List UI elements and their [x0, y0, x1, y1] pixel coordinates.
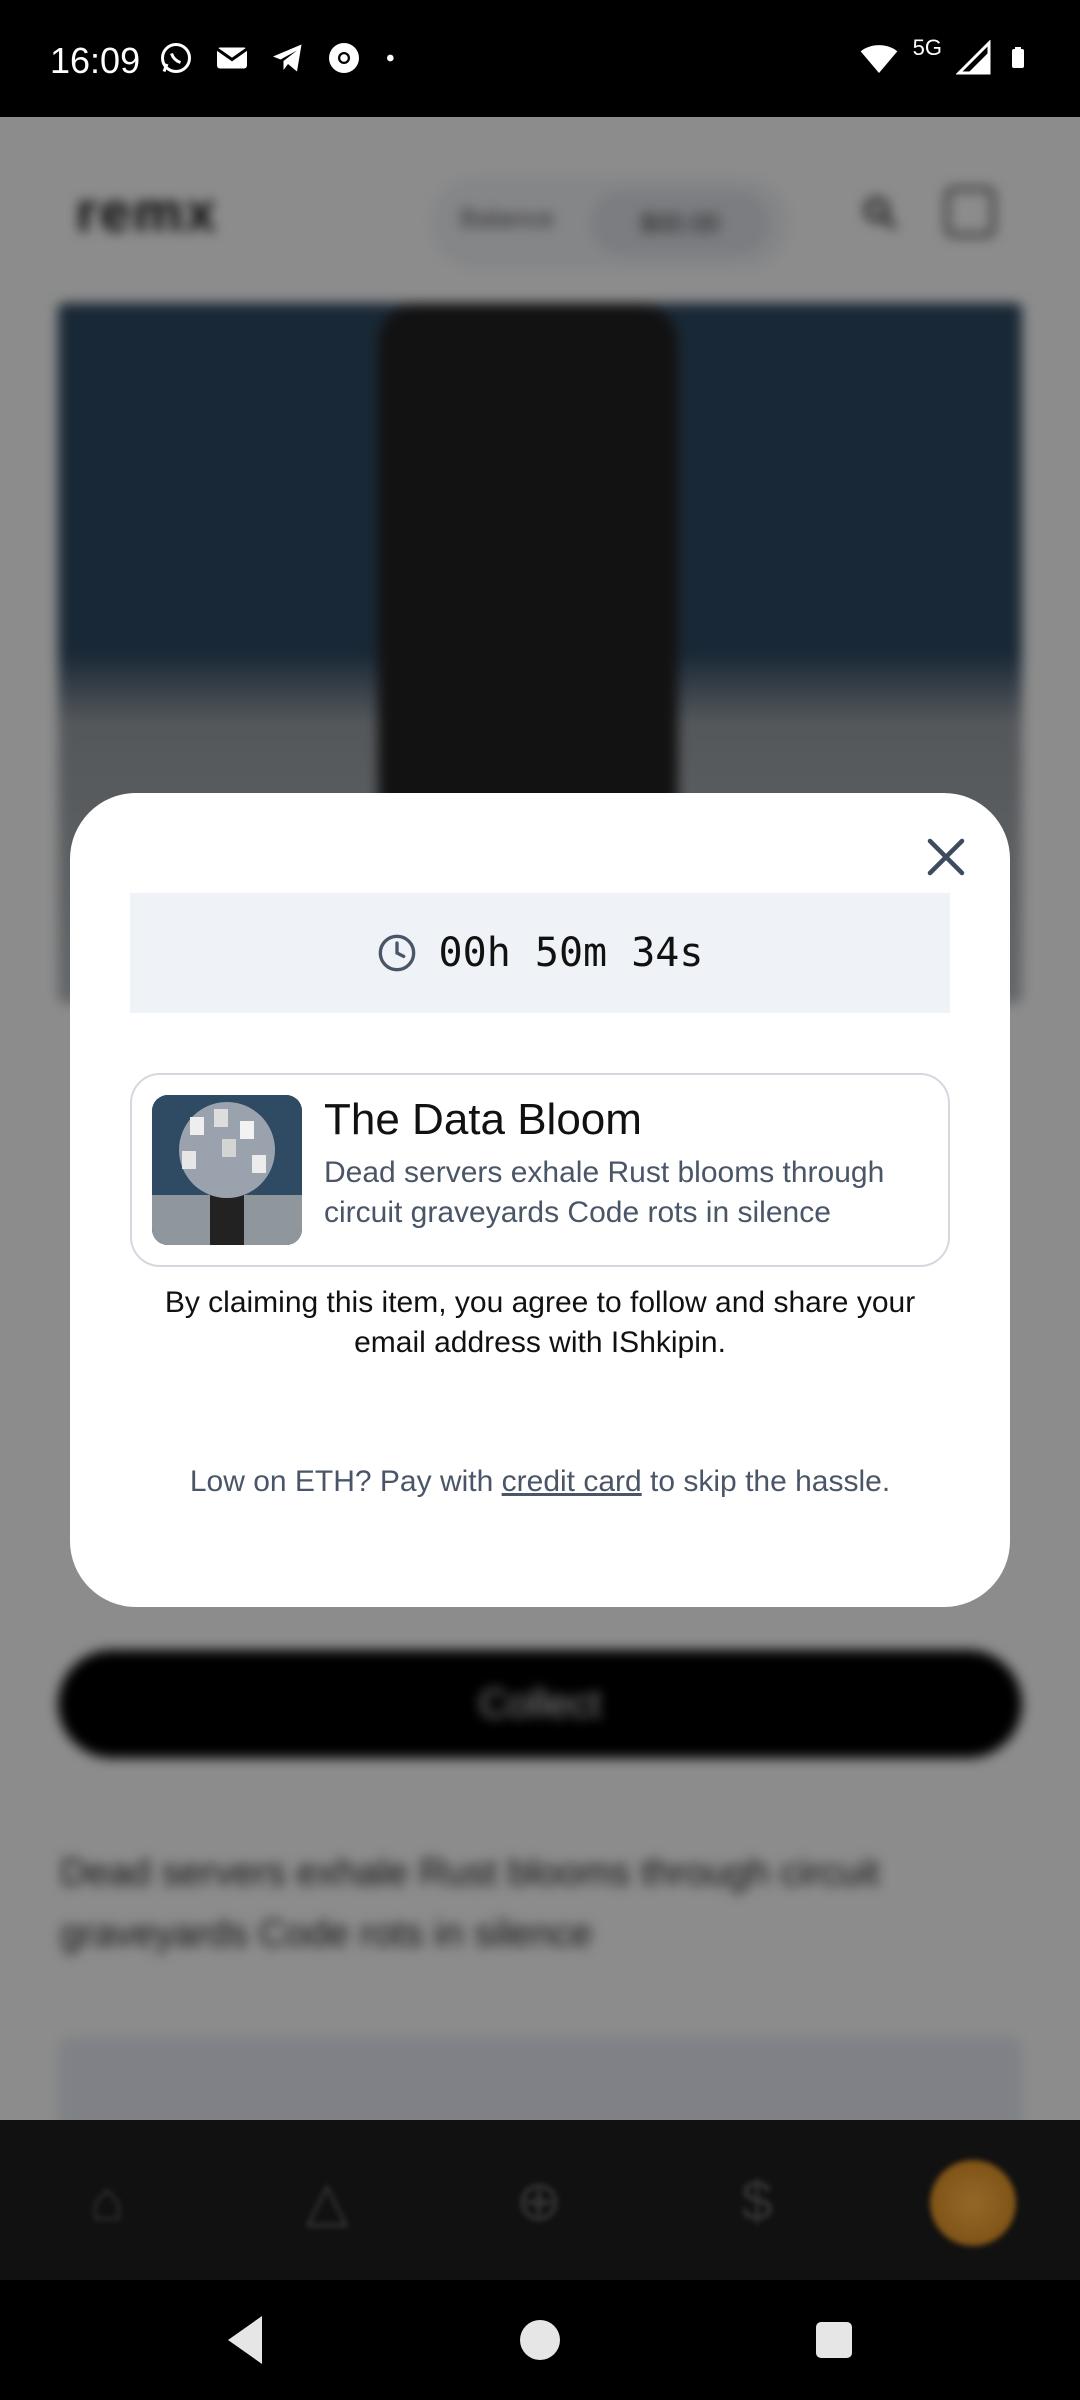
- telegram-icon: [273, 44, 302, 72]
- low-eth-suffix: to skip the hassle.: [641, 1465, 891, 1498]
- app-bottom-nav: ⌂ △ ⊕ $: [0, 2120, 1080, 2280]
- timer-text: 00h 50m 34s: [438, 930, 704, 976]
- network-label: 5G: [912, 35, 942, 60]
- item-card: The Data Bloom Dead servers exhale Rust …: [130, 1073, 950, 1267]
- gmail-icon: [216, 47, 248, 69]
- countdown-timer: 00h 50m 34s: [130, 893, 950, 1013]
- system-nav-bar: [0, 2280, 1080, 2400]
- trending-icon: △: [305, 2169, 349, 2232]
- claim-modal: 00h 50m 34s The Data Bloom Dead servers …: [70, 793, 1010, 1607]
- close-button[interactable]: [918, 829, 974, 885]
- battery-icon: [1012, 47, 1024, 68]
- avatar: [930, 2160, 1016, 2246]
- low-eth-prefix: Low on ETH? Pay with: [189, 1465, 502, 1498]
- notification-icons: [158, 40, 402, 76]
- system-icons: 5G: [859, 35, 1030, 78]
- wifi-icon: [860, 45, 897, 73]
- whatsapp-icon: [161, 43, 191, 73]
- dot-icon: [387, 54, 394, 62]
- back-icon[interactable]: [222, 2312, 266, 2368]
- status-bar: 16:09 5G: [0, 0, 1080, 117]
- item-thumbnail: [152, 1095, 302, 1245]
- item-title: The Data Bloom: [324, 1095, 642, 1144]
- low-eth-text: Low on ETH? Pay with credit card to skip…: [130, 1465, 950, 1499]
- dollar-icon: $: [741, 2169, 773, 2232]
- recents-button[interactable]: [816, 2322, 852, 2358]
- home-button[interactable]: [520, 2320, 560, 2360]
- status-time: 16:09: [50, 40, 141, 81]
- signal-icon: [956, 40, 991, 75]
- home-icon: ⌂: [90, 2169, 124, 2232]
- credit-card-link[interactable]: credit card: [502, 1465, 642, 1498]
- create-icon: ⊕: [515, 2169, 563, 2232]
- item-description: Dead servers exhale Rust blooms through …: [324, 1156, 885, 1229]
- close-icon: [927, 838, 965, 876]
- agreement-text: By claiming this item, you agree to foll…: [164, 1286, 916, 1359]
- chrome-icon: [329, 43, 359, 73]
- clock-icon: [378, 934, 415, 972]
